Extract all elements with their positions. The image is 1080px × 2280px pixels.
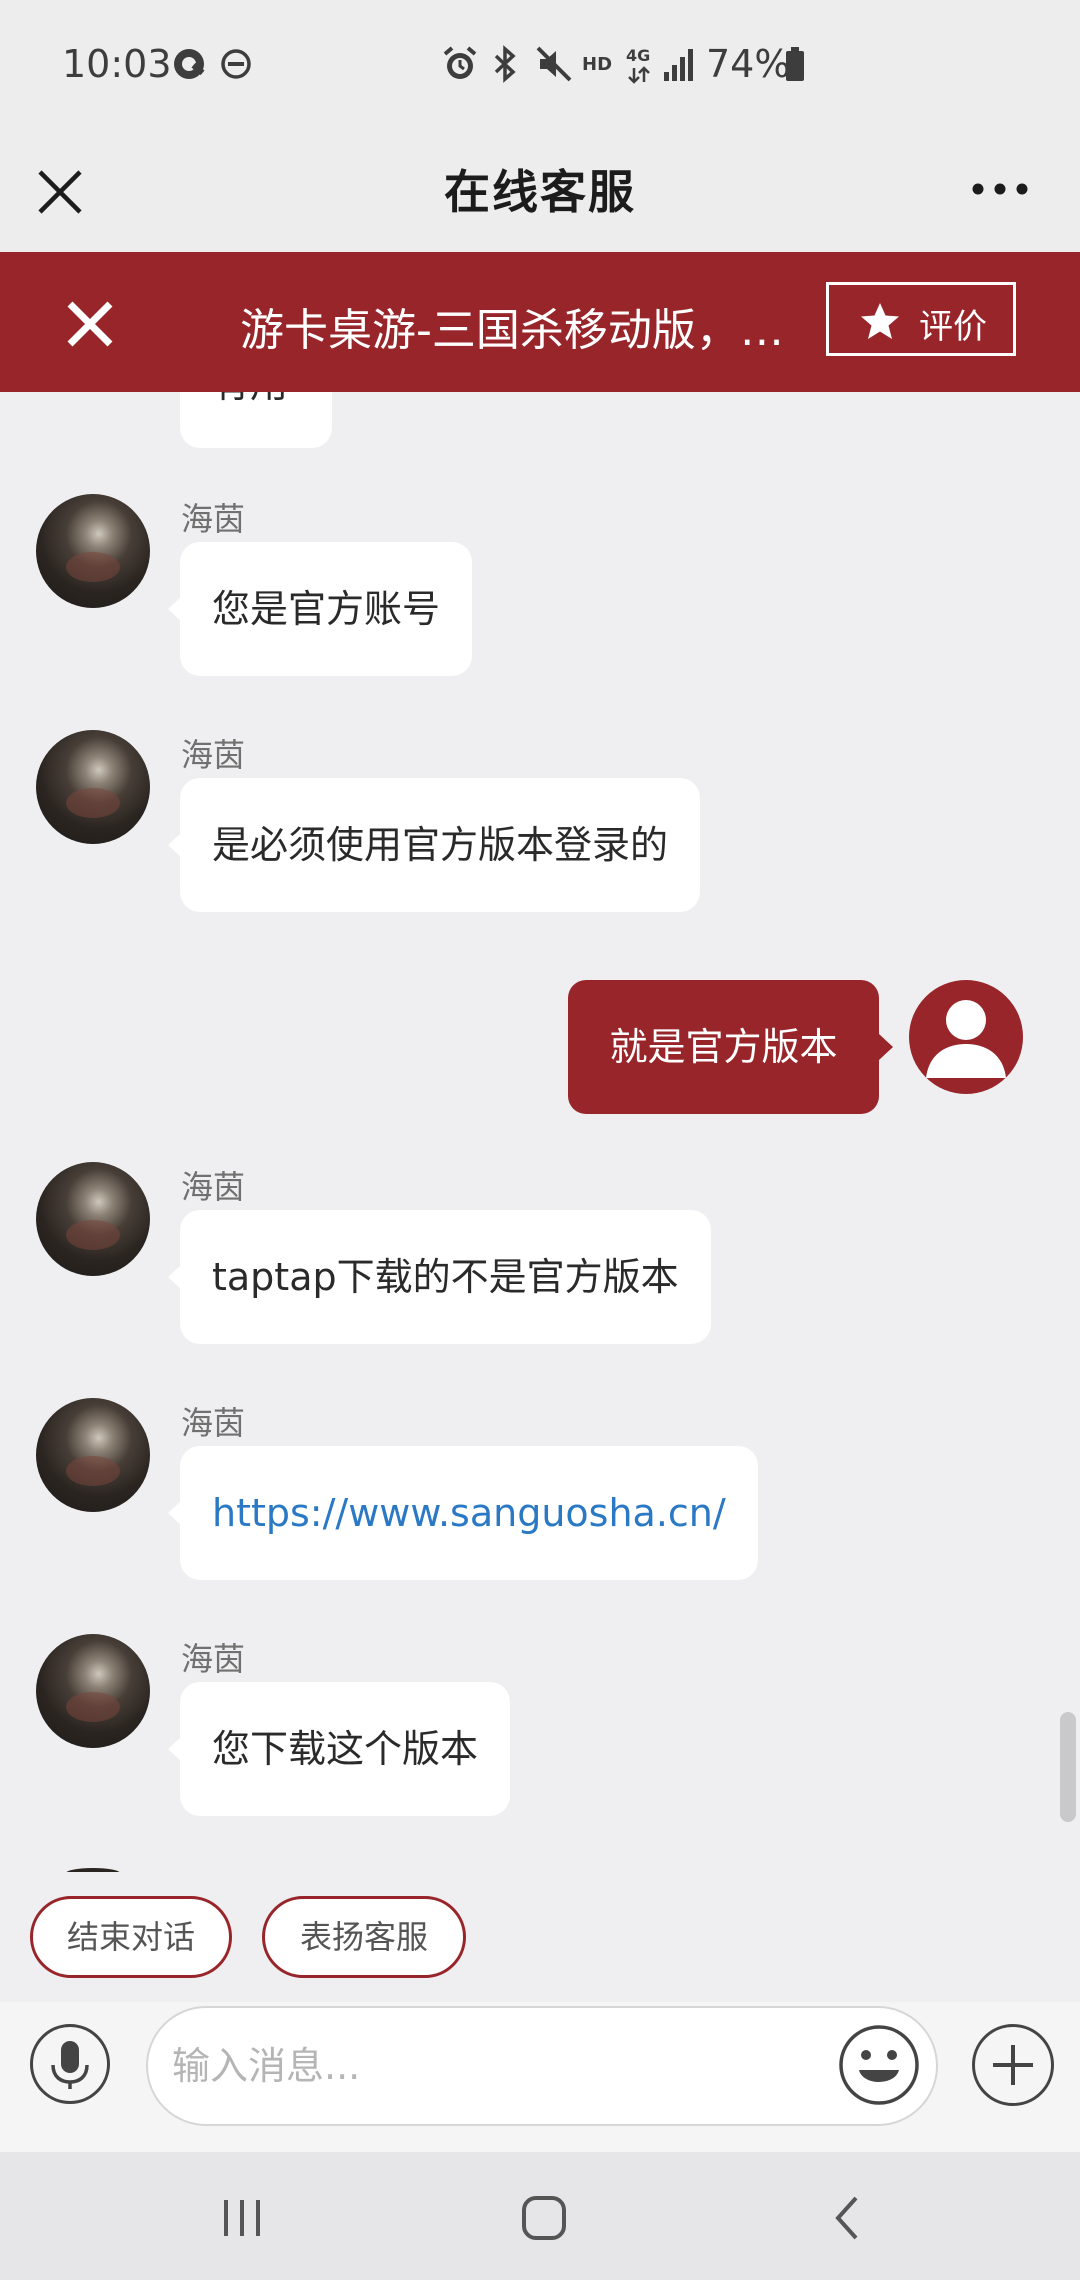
plus-icon bbox=[993, 2045, 1033, 2085]
more-options-icon[interactable] bbox=[970, 174, 1030, 204]
quick-reply-bar: 结束对话 表扬客服 bbox=[0, 1872, 1080, 2002]
sender-name: 海茵 bbox=[181, 1640, 246, 1678]
emoji-button-icon[interactable] bbox=[836, 2022, 922, 2108]
back-icon[interactable] bbox=[818, 2188, 878, 2248]
star-icon bbox=[861, 303, 899, 339]
hd-indicator: HD bbox=[582, 54, 613, 75]
home-icon[interactable] bbox=[514, 2188, 574, 2248]
more-actions-button[interactable] bbox=[972, 2024, 1054, 2106]
data-arrows-icon bbox=[628, 66, 650, 84]
battery-icon bbox=[786, 47, 804, 81]
user-message-bubble: 就是官方版本 bbox=[568, 980, 893, 1114]
status-bar: 10:03 HD 4G 74% bbox=[0, 0, 1080, 130]
voice-input-button[interactable] bbox=[30, 2024, 110, 2104]
agent-avatar[interactable] bbox=[36, 1162, 150, 1276]
user-silhouette-icon bbox=[926, 1000, 1006, 1078]
agent-avatar[interactable] bbox=[36, 1398, 150, 1512]
system-nav-bar bbox=[0, 2152, 1080, 2280]
end-conversation-button[interactable]: 结束对话 bbox=[30, 1896, 232, 1978]
bluetooth-icon bbox=[494, 45, 516, 83]
partial-message-text: 有用 bbox=[212, 392, 288, 406]
banner-title: 游卡桌游-三国杀移动版，全... bbox=[240, 305, 825, 356]
message-bubble: taptap下载的不是官方版本 bbox=[168, 1210, 711, 1344]
message-bubble: 您下载这个版本 bbox=[167, 1682, 511, 1816]
game-banner: 游卡桌游-三国杀移动版，全... 评价 bbox=[0, 252, 1080, 392]
input-bar bbox=[0, 2002, 1080, 2152]
message-bubble-partial: 有用 bbox=[180, 392, 332, 448]
sender-name: 海茵 bbox=[181, 1168, 246, 1206]
scrollbar-thumb[interactable] bbox=[1060, 1712, 1076, 1822]
battery-percent: 74% bbox=[706, 42, 791, 86]
sender-name: 海茵 bbox=[181, 1404, 246, 1442]
chat-area[interactable]: 有用 海茵 您是官方账号 海茵 是必须使用官方版本登录的 就是官方版本 海茵 t… bbox=[0, 392, 1080, 1872]
mute-icon bbox=[536, 46, 572, 82]
screen: 10:03 HD 4G 74% 在线客服 游卡桌游-三国杀移动版，全... 评价… bbox=[0, 0, 1080, 2280]
message-link[interactable]: https://www.sanguosha.cn/ bbox=[168, 1446, 758, 1580]
sender-name: 海茵 bbox=[181, 736, 246, 774]
agent-avatar[interactable] bbox=[36, 730, 150, 844]
dnd-icon bbox=[221, 49, 251, 79]
rate-button[interactable]: 评价 bbox=[826, 282, 1016, 356]
agent-avatar[interactable] bbox=[36, 494, 150, 608]
banner-close-icon[interactable] bbox=[64, 298, 116, 350]
q-app-icon bbox=[174, 49, 205, 79]
sender-name: 海茵 bbox=[181, 500, 246, 538]
recent-apps-icon[interactable] bbox=[212, 2188, 272, 2248]
user-avatar[interactable] bbox=[909, 980, 1023, 1094]
alarm-icon bbox=[443, 46, 477, 79]
status-time: 10:03 bbox=[62, 42, 172, 86]
microphone-icon bbox=[51, 2041, 89, 2089]
page-title: 在线客服 bbox=[444, 165, 636, 219]
rate-label: 评价 bbox=[919, 307, 987, 347]
message-bubble: 是必须使用官方版本登录的 bbox=[167, 778, 701, 912]
title-bar: 在线客服 bbox=[0, 130, 1080, 252]
agent-avatar[interactable] bbox=[36, 1634, 150, 1748]
praise-agent-button[interactable]: 表扬客服 bbox=[262, 1896, 466, 1978]
message-input[interactable] bbox=[146, 2006, 938, 2126]
message-bubble: 您是官方账号 bbox=[167, 542, 473, 676]
signal-icon bbox=[664, 49, 693, 81]
